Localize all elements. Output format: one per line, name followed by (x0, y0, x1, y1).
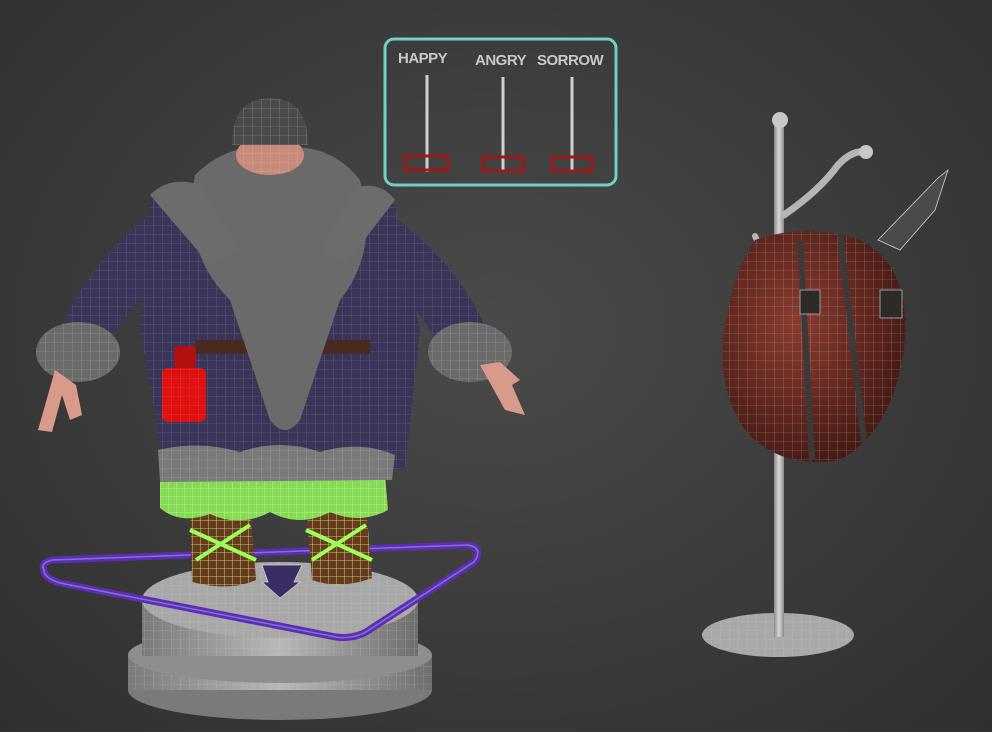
right-hand (480, 362, 525, 415)
slider-label-happy: HAPPY (398, 50, 448, 67)
dwarf-character[interactable] (36, 98, 525, 587)
expression-control-panel[interactable]: HAPPY ANGRY SORROW (383, 37, 618, 187)
rolled-item (877, 168, 949, 251)
backpack[interactable] (722, 168, 949, 462)
turntable-pedestal[interactable] (128, 562, 432, 720)
slider-sorrow[interactable] (550, 77, 594, 173)
3d-viewport[interactable]: HAPPY ANGRY SORROW (0, 0, 992, 732)
slider-angry[interactable] (481, 77, 525, 173)
slider-label-angry: ANGRY (475, 52, 527, 69)
slider-label-sorrow: SORROW (537, 52, 605, 69)
slider-happy[interactable] (403, 75, 450, 172)
